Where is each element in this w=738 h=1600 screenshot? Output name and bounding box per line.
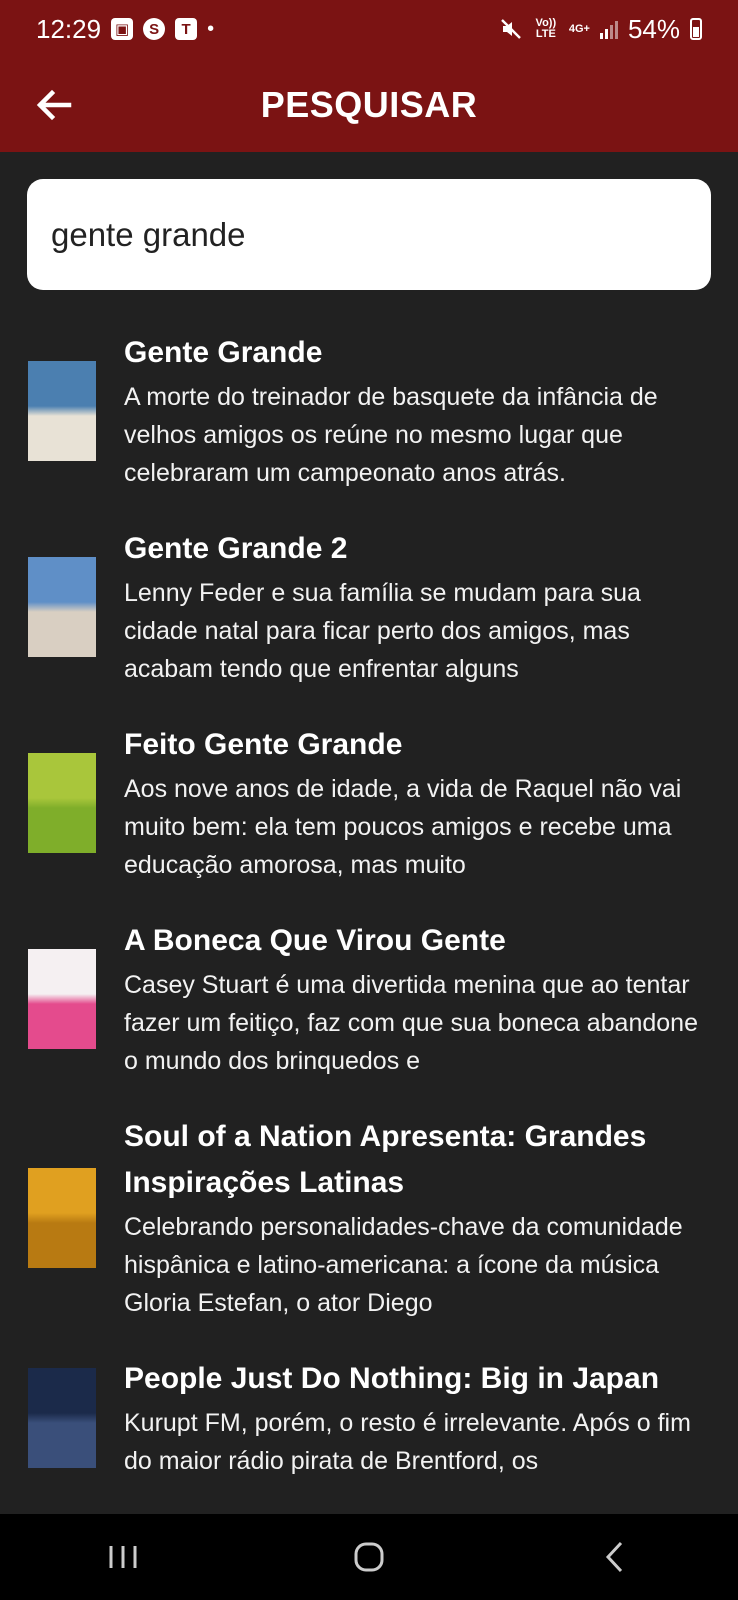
result-text: Gente Grande 2 Lenny Feder e sua família… [124,526,711,688]
status-left: 12:29 ▣ S T • [36,14,214,45]
result-description: Casey Stuart é uma divertida menina que … [124,971,698,1075]
result-text: A Boneca Que Virou Gente Casey Stuart é … [124,918,711,1080]
signal-icon [599,19,618,39]
poster-thumbnail [28,753,96,853]
result-text: Feito Gente Grande Aos nove anos de idad… [124,722,711,884]
mute-icon [500,19,521,39]
poster-thumbnail [28,361,96,461]
result-title: Gente Grande 2 [124,532,348,565]
result-description: Lenny Feder e sua família se mudam para … [124,579,641,683]
list-item[interactable]: Gente Grande A morte do treinador de bas… [0,330,738,492]
network-type: 4G+ [568,22,590,35]
volte-indicator: Vo)) LTE [535,17,557,40]
arrow-left-icon [36,89,72,121]
result-text: Gente Grande A morte do treinador de bas… [124,330,711,492]
result-text: People Just Do Nothing: Big in Japan Kur… [124,1356,711,1480]
status-time: 12:29 [36,13,102,44]
notification-dot-icon: • [207,17,215,40]
result-title: Soul of a Nation Apresenta: Grandes Insp… [124,1120,647,1199]
back-button[interactable] [30,82,76,128]
home-icon [354,1542,384,1572]
nav-back-icon [605,1541,623,1573]
poster-thumbnail [28,1168,96,1268]
list-item[interactable]: People Just Do Nothing: Big in Japan Kur… [0,1356,738,1480]
search-box[interactable] [27,179,711,290]
result-description: Kurupt FM, porém, o resto é irrelevante.… [124,1409,691,1475]
list-item[interactable]: A Boneca Que Virou Gente Casey Stuart é … [0,918,738,1080]
result-text: Soul of a Nation Apresenta: Grandes Insp… [124,1114,711,1322]
app-bar: PESQUISAR [0,58,738,152]
home-button[interactable] [329,1527,409,1587]
search-input[interactable] [49,214,689,255]
list-item[interactable]: Gente Grande 2 Lenny Feder e sua família… [0,526,738,688]
result-title: A Boneca Que Virou Gente [124,924,506,957]
page-title: PESQUISAR [260,84,478,125]
recents-button[interactable] [83,1527,163,1587]
result-description: Celebrando personalidades-chave da comun… [124,1213,683,1317]
list-item[interactable]: Soul of a Nation Apresenta: Grandes Insp… [0,1114,738,1322]
result-description: Aos nove anos de idade, a vida de Raquel… [124,775,682,879]
status-bar: 12:29 ▣ S T • Vo)) LTE 4G+ 54% [0,0,738,58]
result-title: Gente Grande [124,336,323,369]
results-list: Gente Grande A morte do treinador de bas… [0,330,738,1514]
recents-icon [109,1546,137,1568]
nav-back-button[interactable] [575,1527,655,1587]
battery-percent: 54% [627,13,680,44]
poster-thumbnail [28,1368,96,1468]
result-description: A morte do treinador de basquete da infâ… [124,383,658,487]
status-right: Vo)) LTE 4G+ 54% [499,14,702,45]
system-nav-bar [0,1514,738,1600]
skype-icon: S [143,18,166,40]
poster-thumbnail [28,949,96,1049]
result-title: Feito Gente Grande [124,728,403,761]
teams-icon: T [175,18,198,40]
poster-thumbnail [28,557,96,657]
battery-icon [690,18,702,40]
list-item[interactable]: Feito Gente Grande Aos nove anos de idad… [0,722,738,884]
gallery-icon: ▣ [111,18,134,40]
result-title: People Just Do Nothing: Big in Japan [124,1362,660,1395]
